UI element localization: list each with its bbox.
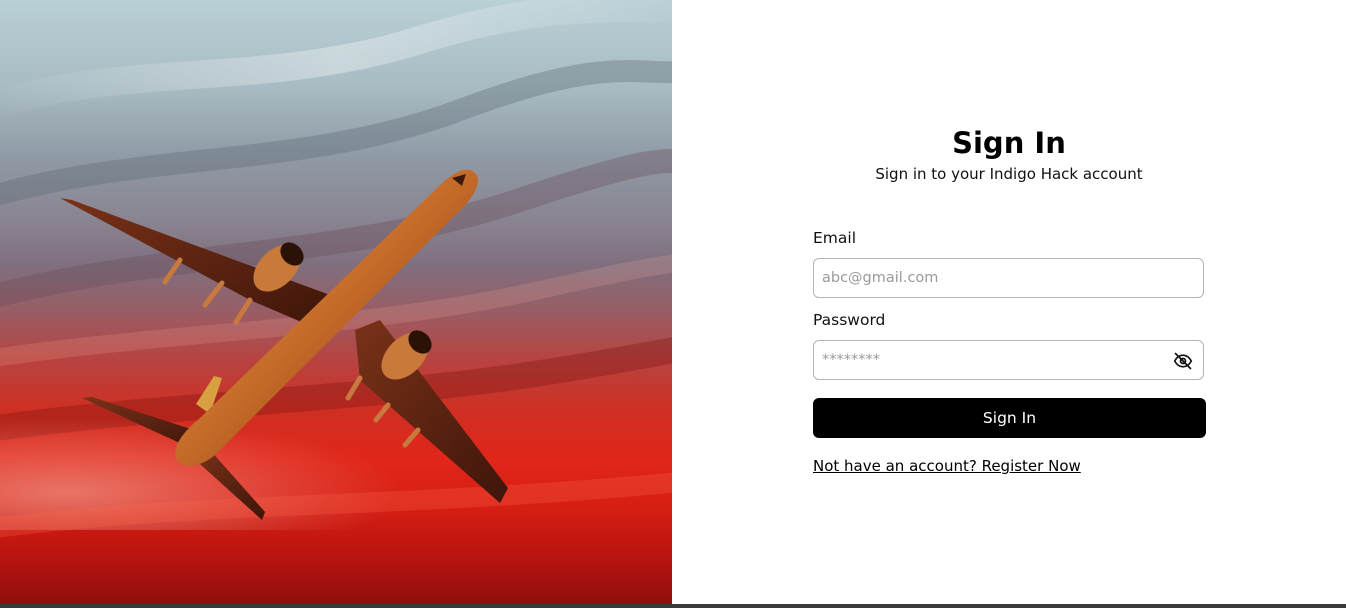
email-field-container xyxy=(813,258,1204,298)
page-title: Sign In xyxy=(952,126,1066,160)
signin-page: Sign In Sign in to your Indigo Hack acco… xyxy=(0,0,1346,608)
page-subtitle: Sign in to your Indigo Hack account xyxy=(875,165,1143,183)
bottom-bar xyxy=(0,604,1346,608)
register-link[interactable]: Not have an account? Register Now xyxy=(813,457,1081,475)
email-field[interactable] xyxy=(814,259,1203,297)
password-label: Password xyxy=(813,311,886,329)
password-field[interactable] xyxy=(814,341,1203,379)
hero-image xyxy=(0,0,672,604)
email-label: Email xyxy=(813,229,857,247)
eye-off-icon[interactable] xyxy=(1173,351,1193,371)
airplane-illustration xyxy=(0,0,672,538)
signin-panel: Sign In Sign in to your Indigo Hack acco… xyxy=(672,0,1346,604)
password-field-container xyxy=(813,340,1204,380)
signin-button[interactable]: Sign In xyxy=(813,398,1206,438)
